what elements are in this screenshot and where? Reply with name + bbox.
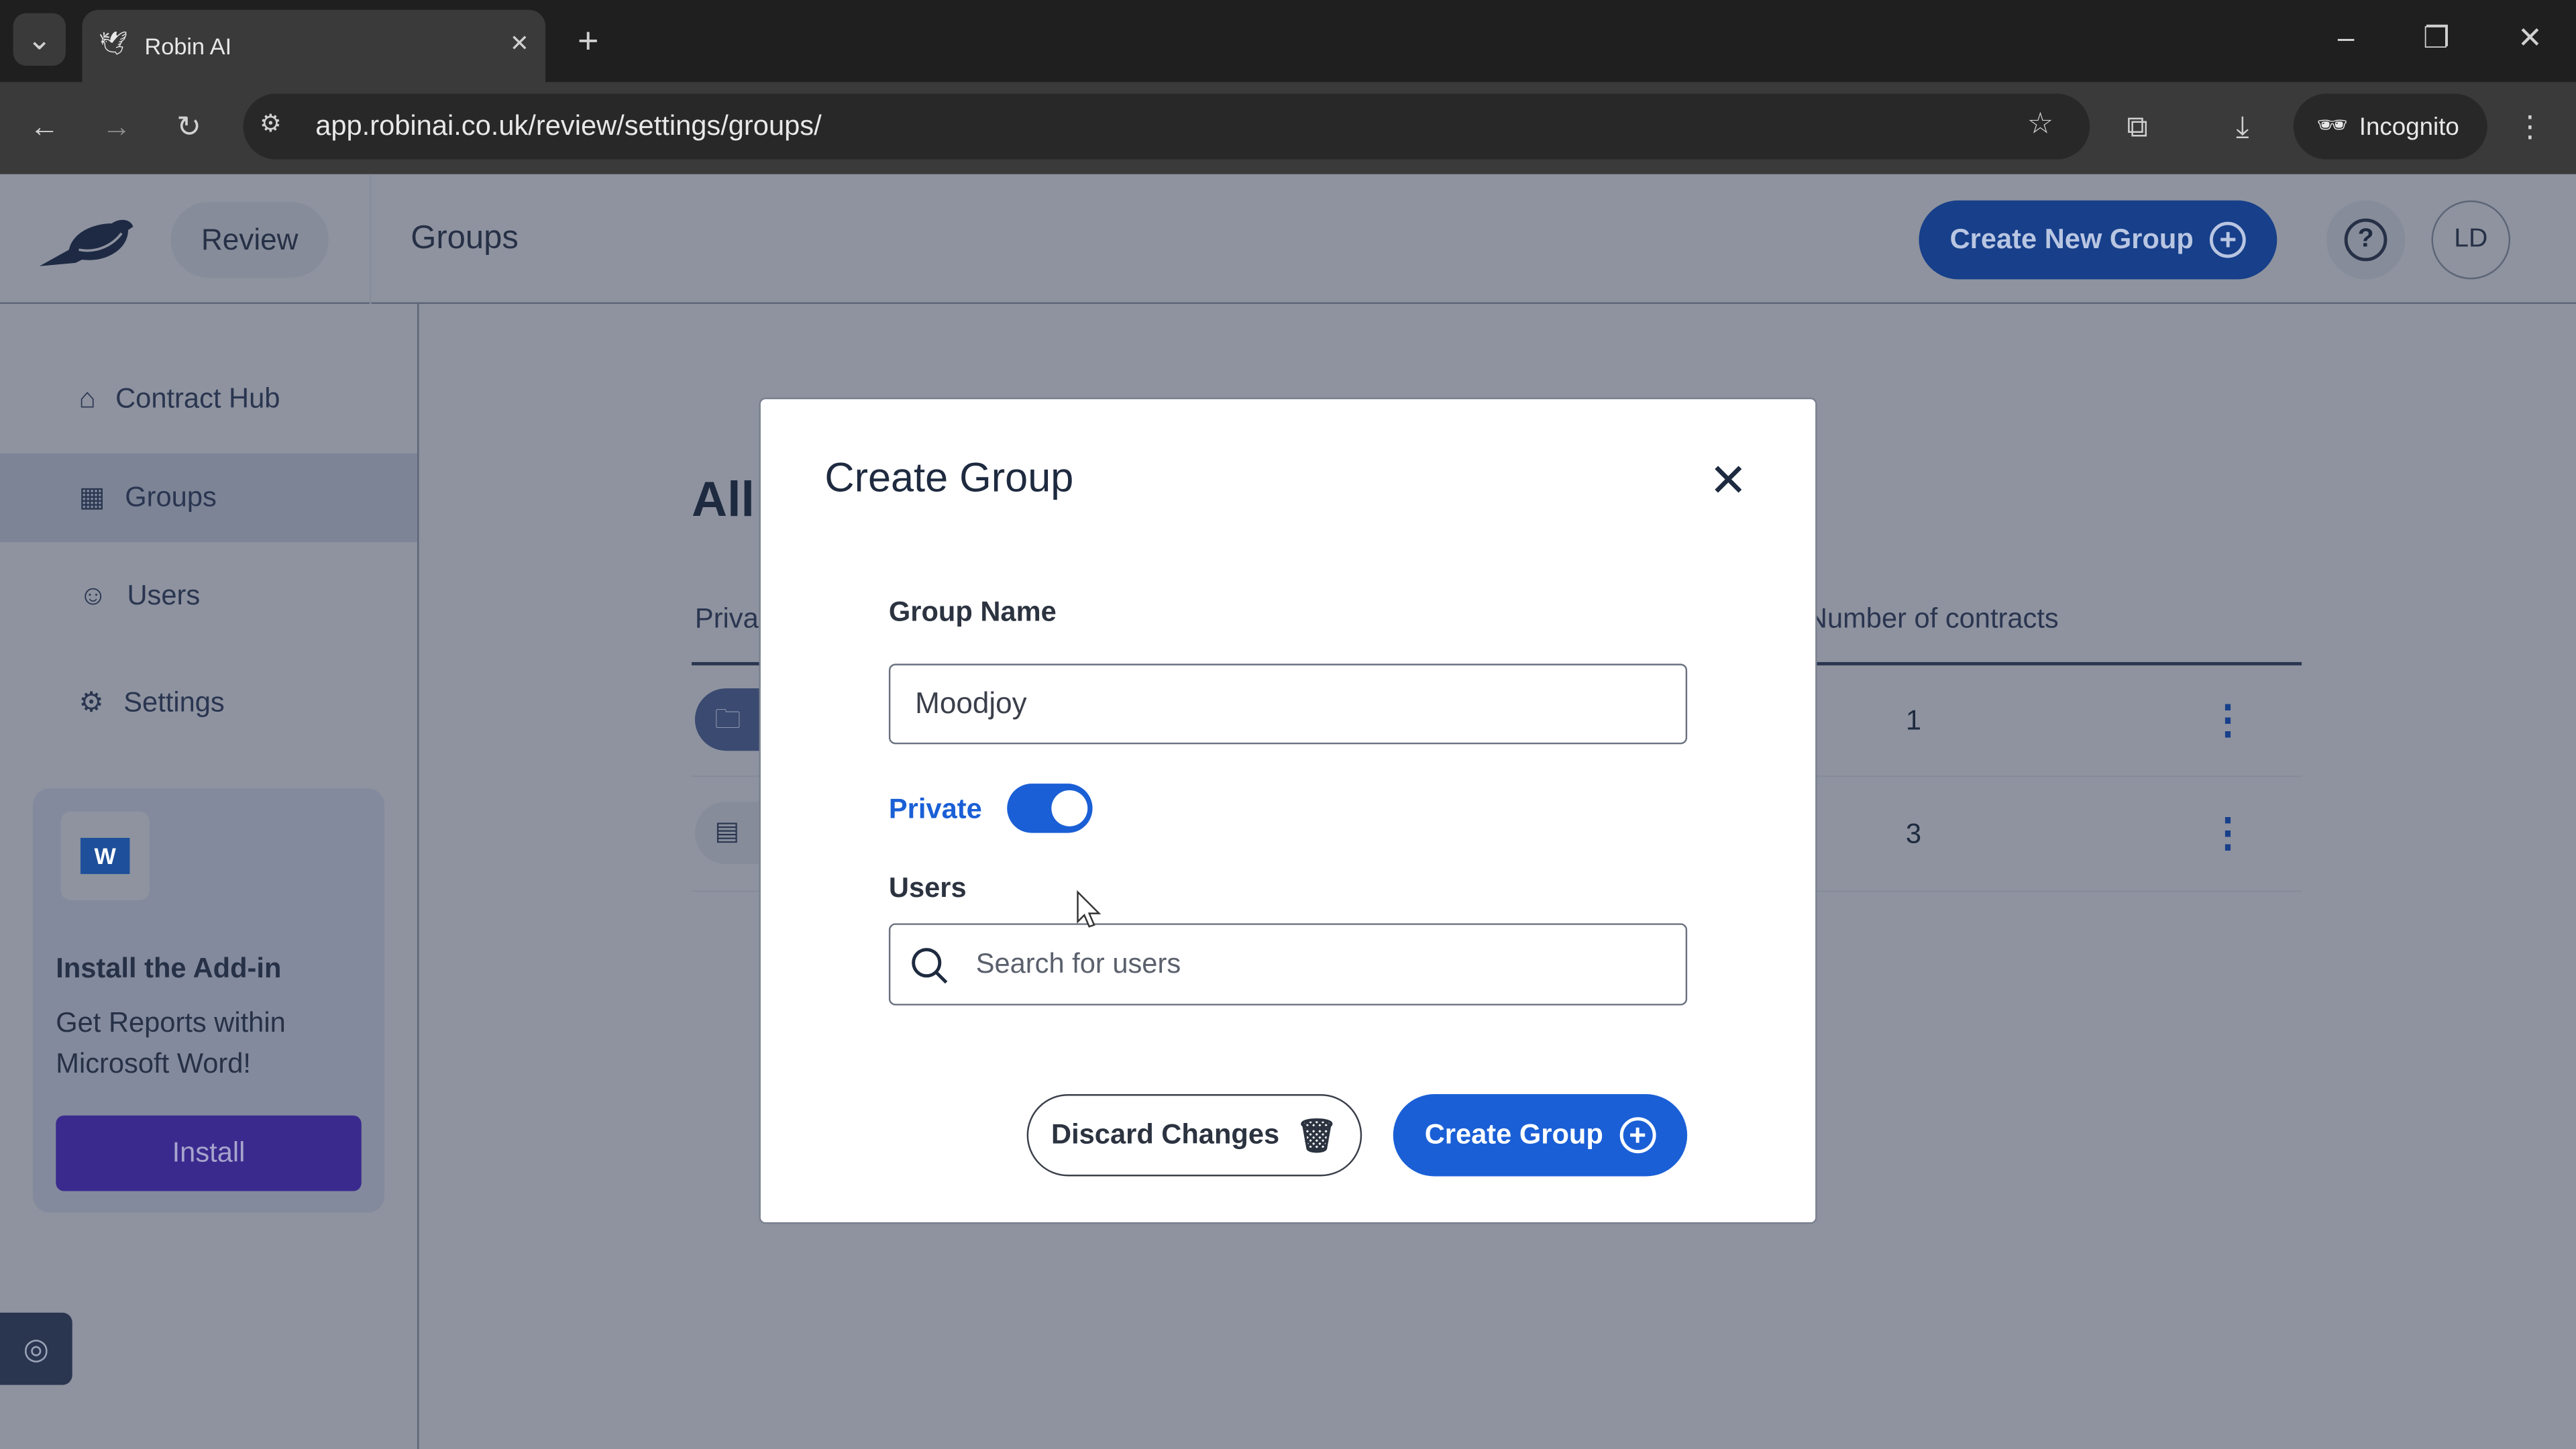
restore-icon[interactable]: ❐ <box>2415 16 2458 59</box>
private-toggle[interactable] <box>1007 784 1093 833</box>
col-contracts-header: Number of contracts <box>1807 602 2059 635</box>
incognito-badge[interactable]: 🕶 Incognito <box>2293 93 2487 160</box>
extensions-icon[interactable]: ⧉ <box>2116 105 2159 148</box>
modal-title: Create Group <box>824 455 1074 501</box>
home-icon: ⌂ <box>78 382 96 415</box>
bookmark-star-icon[interactable]: ☆ <box>2027 107 2054 141</box>
sidebar-item-settings[interactable]: ⚙ Settings <box>0 659 417 747</box>
browser-menu-icon[interactable]: ⋮ <box>2514 105 2546 148</box>
contracts-count: 3 <box>1905 818 1922 850</box>
toggle-knob <box>1051 790 1088 826</box>
search-users-input[interactable]: Search for users <box>888 923 1688 1006</box>
plus-circle-icon: + <box>1619 1117 1656 1154</box>
group-name-label: Group Name <box>888 596 1057 628</box>
support-icon[interactable]: ◎ <box>0 1312 72 1385</box>
tab-search-icon[interactable]: ⌄ <box>13 13 66 66</box>
incognito-icon: 🕶 <box>2316 111 2348 140</box>
gear-icon: ⚙ <box>78 686 104 718</box>
word-icon: W <box>60 811 150 901</box>
address-bar[interactable]: ⚙ app.robinai.co.uk/review/settings/grou… <box>243 93 2090 160</box>
back-icon[interactable]: ← <box>23 105 66 148</box>
forward-icon[interactable]: → <box>95 105 138 148</box>
sidebar-item-contract-hub[interactable]: ⌂ Contract Hub <box>0 355 417 443</box>
close-tab-icon[interactable]: ✕ <box>510 30 529 58</box>
trash-icon: 🗑 <box>1295 1118 1338 1155</box>
help-button[interactable]: ? <box>2326 200 2406 280</box>
new-tab-icon[interactable]: + <box>567 19 610 62</box>
create-new-group-button[interactable]: Create New Group + <box>1919 200 2277 280</box>
addin-text: Get Reports within Microsoft Word! <box>56 1007 286 1079</box>
grid-icon: ▦ <box>78 481 105 513</box>
help-icon: ? <box>2344 218 2387 262</box>
robin-logo-icon[interactable] <box>39 213 138 269</box>
groups-heading: All <box>692 473 755 528</box>
tab-title: Robin AI <box>144 32 232 60</box>
users-label: Users <box>888 872 967 904</box>
addin-title: Install the Add-in <box>56 953 282 984</box>
contracts-count: 1 <box>1905 704 1922 737</box>
avatar[interactable]: LD <box>2431 200 2511 280</box>
incognito-label: Incognito <box>2359 112 2459 141</box>
minimize-icon[interactable]: – <box>2324 16 2367 59</box>
search-icon <box>912 948 948 984</box>
row-menu-icon[interactable]: ⋮ <box>2208 810 2247 857</box>
group-name-input[interactable]: Moodjoy <box>888 663 1688 745</box>
private-label: Private <box>888 793 982 825</box>
close-modal-icon[interactable]: ✕ <box>1701 451 1756 507</box>
review-button[interactable]: Review <box>170 202 329 278</box>
header-divider <box>370 174 372 305</box>
robin-favicon-icon: 🕊 <box>98 30 128 56</box>
site-info-icon[interactable]: ⚙ <box>260 109 282 138</box>
sidebar-item-users[interactable]: ☺ Users <box>0 552 417 641</box>
url-text: app.robinai.co.uk/review/settings/groups… <box>315 110 822 142</box>
install-button[interactable]: Install <box>56 1115 362 1191</box>
create-group-button[interactable]: Create Group + <box>1393 1094 1688 1177</box>
addin-card: W Install the Add-in Get Reports within … <box>32 788 385 1213</box>
row-menu-icon[interactable]: ⋮ <box>2208 696 2247 744</box>
sidebar-item-groups[interactable]: ▦ Groups <box>0 453 418 543</box>
discard-changes-button[interactable]: Discard Changes 🗑 <box>1026 1094 1362 1177</box>
reload-icon[interactable]: ↻ <box>168 105 211 148</box>
mouse-cursor-icon <box>1077 890 1102 928</box>
create-group-modal: Create Group ✕ Group Name Moodjoy Privat… <box>759 397 1817 1224</box>
download-icon[interactable]: ⤓ <box>2221 105 2264 148</box>
close-window-icon[interactable]: ✕ <box>2509 16 2552 59</box>
col-private-header: Priva <box>694 602 759 635</box>
browser-tab[interactable]: 🕊 Robin AI ✕ <box>82 9 546 83</box>
page-title: Groups <box>411 220 519 257</box>
plus-circle-icon: + <box>2210 221 2247 258</box>
user-icon: ☺ <box>78 580 108 612</box>
